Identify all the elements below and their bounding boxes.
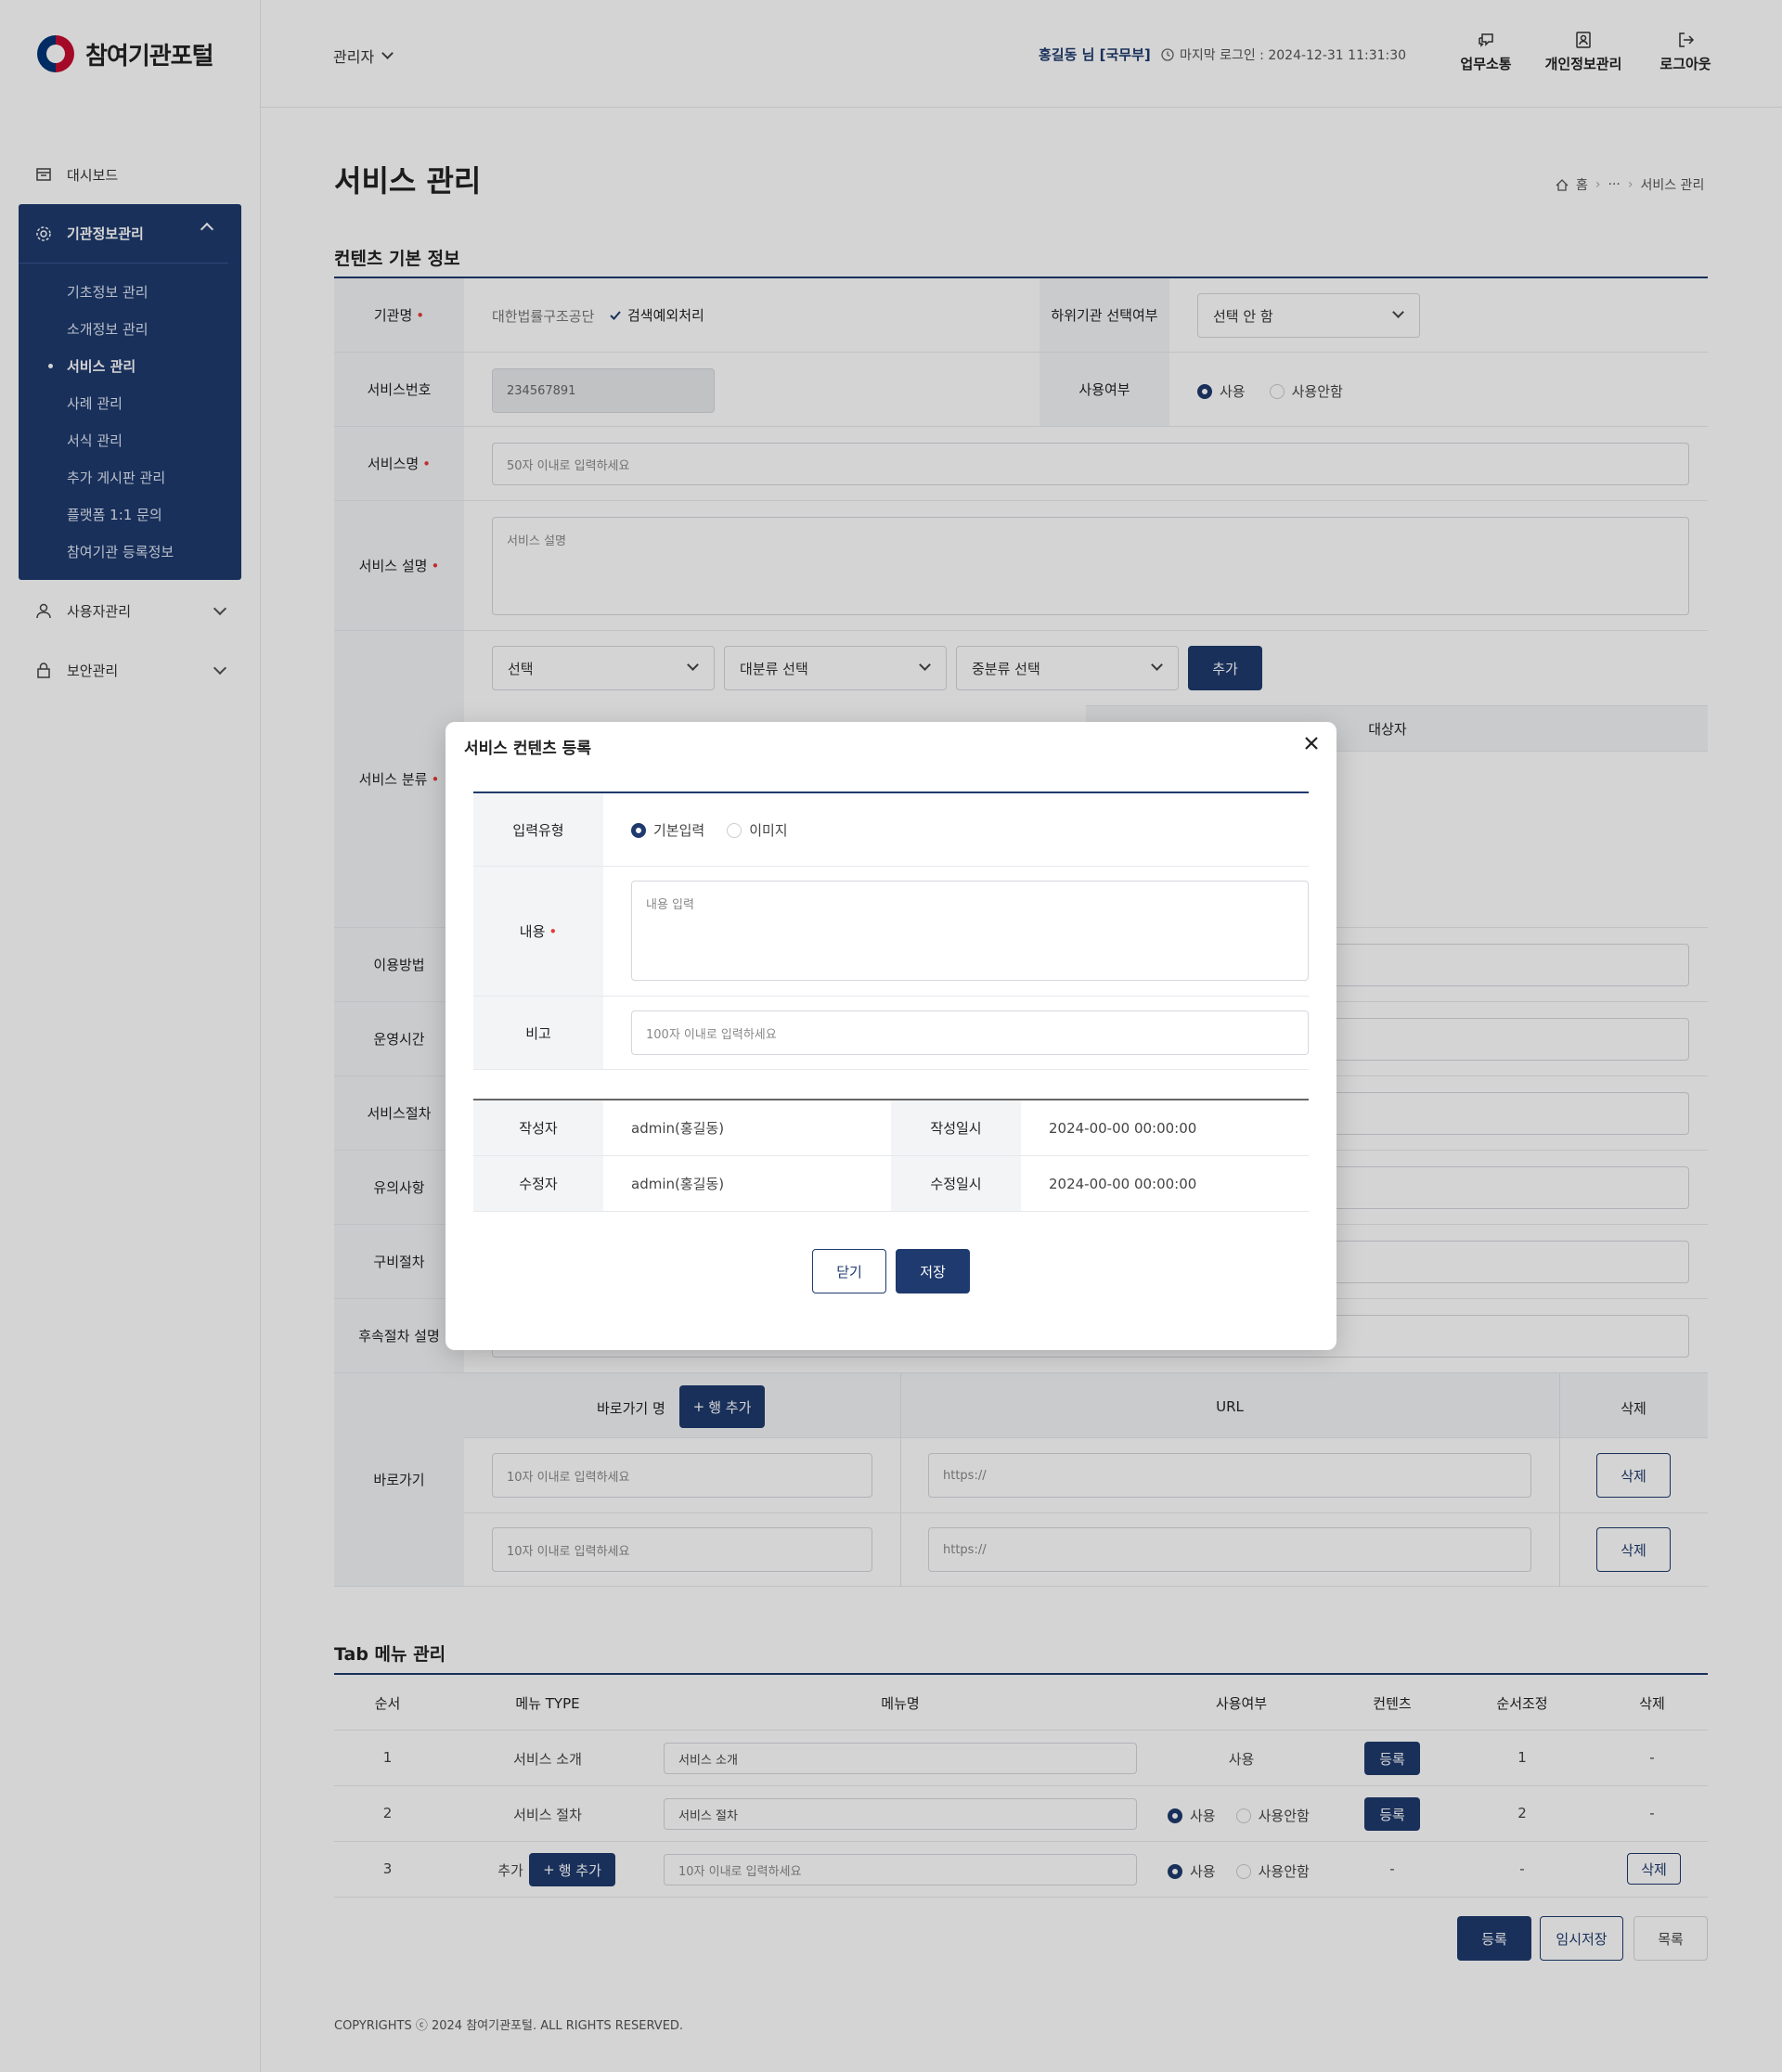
modal-save-button[interactable]: 저장 <box>896 1249 970 1293</box>
form-label: 수정일시 <box>891 1156 1021 1211</box>
modified-value: 2024-00-00 00:00:00 <box>1049 1175 1197 1192</box>
form-label: 작성일시 <box>891 1100 1021 1155</box>
form-label: 입력유형 <box>473 793 603 866</box>
created-value: 2024-00-00 00:00:00 <box>1049 1119 1197 1137</box>
form-label: 비고 <box>473 997 603 1069</box>
service-content-modal: 서비스 컨텐츠 등록 입력유형 기본입력 이미지 내용 • 내용 입력 비고 10… <box>446 722 1336 1350</box>
form-label: 수정자 <box>473 1156 603 1211</box>
note-input[interactable]: 100자 이내로 입력하세요 <box>631 1010 1309 1055</box>
radio-basic-input[interactable]: 기본입력 <box>631 820 704 840</box>
modal-close-button[interactable]: 닫기 <box>812 1249 886 1293</box>
radio-label: 기본입력 <box>653 822 705 839</box>
radio-unchecked-icon <box>727 822 742 838</box>
input-type-radio-group: 기본입력 이미지 <box>631 820 788 840</box>
form-label: 내용 • <box>473 867 603 996</box>
radio-image[interactable]: 이미지 <box>727 820 788 840</box>
radio-checked-icon <box>631 822 646 838</box>
modal-title: 서비스 컨텐츠 등록 <box>464 740 591 758</box>
radio-label: 이미지 <box>749 822 788 839</box>
form-label: 작성자 <box>473 1100 603 1155</box>
content-textarea[interactable]: 내용 입력 <box>631 881 1309 981</box>
close-icon[interactable] <box>1301 733 1322 753</box>
editor-value: admin(홍길동) <box>631 1176 725 1192</box>
modal-row-author: 작성자 admin(홍길동) 작성일시 2024-00-00 00:00:00 <box>473 1100 1309 1156</box>
modal-row-content: 내용 • 내용 입력 <box>473 867 1309 997</box>
modal-row-editor: 수정자 admin(홍길동) 수정일시 2024-00-00 00:00:00 <box>473 1156 1309 1212</box>
author-value: admin(홍길동) <box>631 1120 725 1137</box>
modal-row-note: 비고 100자 이내로 입력하세요 <box>473 997 1309 1070</box>
modal-row-input-type: 입력유형 기본입력 이미지 <box>473 793 1309 867</box>
